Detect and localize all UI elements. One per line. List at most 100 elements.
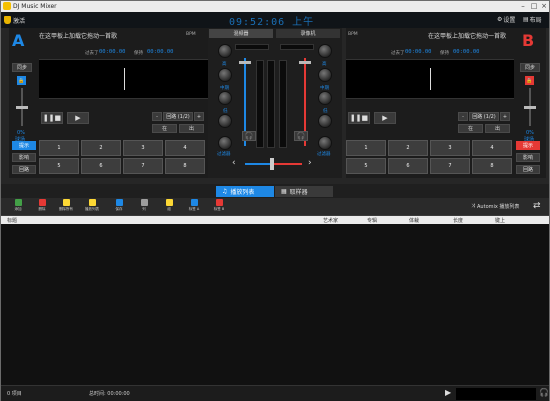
tag-a-button[interactable]: 标签 A [187,199,201,216]
deck-b-eq-mid-knob[interactable] [318,91,332,105]
add-button[interactable]: 添加 [11,199,25,216]
deck-a-volume-fader[interactable] [239,61,251,64]
deck-a-pad-8[interactable]: 8 [165,158,205,174]
deck-a-eq-mid-knob[interactable] [218,91,232,105]
col-artist[interactable]: 艺术家 [323,217,338,224]
crossfader-right-arrow[interactable]: › [308,158,312,168]
deck-a-sync-button[interactable]: 同步 [12,63,32,72]
tab-recorder[interactable]: 录像机 [276,29,340,38]
crossfader-handle[interactable] [270,158,274,170]
upload-icon [190,199,198,206]
tab-sampler[interactable]: ▦ 取样器 [275,186,333,197]
deck-b-loop-button[interactable]: 回路 [516,165,540,174]
deck-a-high-label: 高 [222,62,227,67]
deck-b-waveform[interactable] [346,59,514,99]
music-note-icon: ♫ [222,188,228,195]
deck-a-pitch-slider[interactable] [16,106,28,109]
columns-button[interactable]: 列 [137,199,151,216]
deck-b-pad-1[interactable]: 1 [346,140,386,156]
automix-button[interactable]: ⤨ Automix 播放列表 [471,203,519,210]
deck-a-eq-low-knob[interactable] [218,114,232,128]
preview-bar[interactable] [456,388,536,400]
deck-a-pause-stop-button[interactable]: ❚❚■ [41,112,63,124]
deck-b-sync-button[interactable]: 同步 [520,63,540,72]
deck-a-pad-7[interactable]: 7 [123,158,163,174]
deck-b-play-button[interactable]: ▶ [374,112,396,124]
deck-b-volume-fader[interactable] [299,61,311,64]
deck-a-loop-plus-button[interactable]: + [194,112,204,121]
save-button[interactable]: 保存 [112,199,126,216]
crossfader-left-arrow[interactable]: ‹ [232,158,236,168]
preview-play-icon[interactable]: ▶ [445,388,451,397]
deck-b-filter-knob[interactable] [318,136,332,150]
tab-playlist[interactable]: ♫ 播放列表 [216,186,274,197]
deck-a-loop-in-button[interactable]: 在 [152,124,177,133]
col-album[interactable]: 专辑 [367,217,377,224]
delete-all-button[interactable]: 删除所有 [59,199,73,216]
deck-a-pad-3[interactable]: 3 [123,140,163,156]
deck-b-pitch-slider[interactable] [524,106,536,109]
activate-button[interactable]: 激活 [4,15,25,25]
deck-b-loop-in-button[interactable]: 在 [458,124,483,133]
tag-b-button[interactable]: 标签 B [212,199,226,216]
playlist-button[interactable]: 播放列表 [85,199,99,216]
repeat-icon[interactable]: ⇄ [533,201,541,211]
deck-b-loop-minus-button[interactable]: - [458,112,468,121]
deck-b-eq-high-knob[interactable] [318,68,332,82]
deck-b-pad-2[interactable]: 2 [388,140,428,156]
deck-a-pad-6[interactable]: 6 [81,158,121,174]
col-key[interactable]: 键上 [495,217,505,224]
deck-a-loop-out-button[interactable]: 出 [179,124,204,133]
deck-a-headphone-button[interactable]: 🎧 [242,131,256,141]
deck-b-hint-button[interactable]: 提示 [516,141,540,150]
deck-a-pad-4[interactable]: 4 [165,140,205,156]
tab-mixer[interactable]: 混频器 [209,29,273,38]
deck-a: A 在这甲板上加载它拖动一首歌 BPM 过去了 00:00.00 保持 00:0… [9,28,209,178]
delete-button[interactable]: 删除 [35,199,49,216]
deck-b-loop-size[interactable]: 回路 (1/2) [469,112,499,121]
col-title[interactable]: 标题 [7,217,17,224]
deck-a-lock-button[interactable]: 🔒 [17,76,26,85]
deck-a-gain-knob[interactable] [218,44,232,58]
group-button[interactable]: 组 [162,199,176,216]
deck-a-pad-1[interactable]: 1 [39,140,79,156]
headphone-icon[interactable]: 🎧 [539,388,549,397]
deck-b-eq-low-knob[interactable] [318,114,332,128]
layout-button[interactable]: ▤ 布局 [523,15,542,24]
deck-b-pad-3[interactable]: 3 [430,140,470,156]
deck-a-loop-button[interactable]: 回路 [12,165,36,174]
col-length[interactable]: 长度 [453,217,463,224]
deck-a-loop-size[interactable]: 回路 (1/2) [163,112,193,121]
deck-a-loop-minus-button[interactable]: - [152,112,162,121]
deck-a-pad-2[interactable]: 2 [81,140,121,156]
deck-a-filter-knob[interactable] [218,136,232,150]
deck-a-waveform[interactable] [39,59,209,99]
deck-b-loop-out-button[interactable]: 出 [485,124,510,133]
deck-b-pause-stop-button[interactable]: ❚❚■ [348,112,370,124]
playlist-list[interactable] [1,224,549,385]
deck-b-effect-button[interactable]: 影响 [516,153,540,162]
deck-b-loop-plus-button[interactable]: + [500,112,510,121]
pause-stop-icon: ❚❚■ [349,114,369,122]
play-icon: ▶ [75,114,81,122]
deck-a-pad-5[interactable]: 5 [39,158,79,174]
minimize-button[interactable]: – [518,2,528,10]
deck-b-lock-button[interactable]: 🔒 [525,76,534,85]
deck-b-pad-4[interactable]: 4 [472,140,512,156]
settings-button[interactable]: ⚙ 设置 [497,15,515,24]
deck-b-pad-5[interactable]: 5 [346,158,386,174]
deck-b-pad-7[interactable]: 7 [430,158,470,174]
deck-b-pad-8[interactable]: 8 [472,158,512,174]
deck-b-headphone-button[interactable]: 🎧 [294,131,308,141]
col-genre[interactable]: 体裁 [409,217,419,224]
deck-b-bpm: BPM [348,32,358,37]
deck-a-effect-button[interactable]: 影响 [12,153,36,162]
deck-a-hint-button[interactable]: 提示 [12,141,36,150]
maximize-button[interactable]: □ [529,2,539,10]
deck-b-gain-knob[interactable] [318,44,332,58]
deck-b-pad-6[interactable]: 6 [388,158,428,174]
deck-a-eq-high-knob[interactable] [218,68,232,82]
deck-a-letter: A [12,31,25,50]
close-button[interactable]: × [539,2,549,10]
deck-a-play-button[interactable]: ▶ [67,112,89,124]
